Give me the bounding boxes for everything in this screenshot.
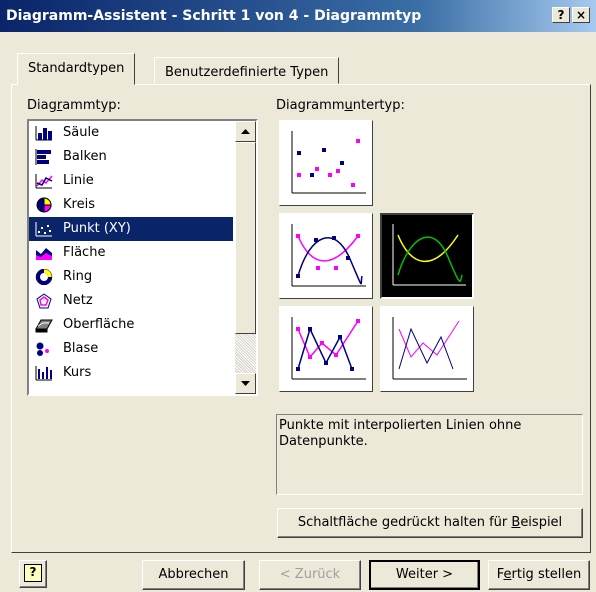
back-button[interactable]: < Zurück xyxy=(259,560,361,590)
help-button[interactable]: ? xyxy=(552,7,570,23)
smoothed-lines-thumbnail xyxy=(392,224,466,286)
list-item-label: Säule xyxy=(63,125,100,140)
list-item-punkt-xy[interactable]: Punkt (XY) xyxy=(29,217,233,241)
subtype-smoothed-lines-no-markers[interactable] xyxy=(380,213,474,299)
tab-benutzerdefinierte-typen[interactable]: Benutzerdefinierte Typen xyxy=(154,57,340,84)
preview-button-label-part: eispiel xyxy=(520,515,563,530)
list-item-linie[interactable]: Linie xyxy=(29,169,233,193)
radar-chart-icon xyxy=(36,293,52,309)
list-item-saeule[interactable]: Säule xyxy=(29,121,233,145)
column-chart-icon xyxy=(35,126,52,141)
help-icon: ? xyxy=(24,564,42,582)
close-button[interactable]: × xyxy=(572,7,590,23)
list-item-label: Ring xyxy=(63,269,93,284)
finish-button-label-part: rtig stellen xyxy=(511,567,582,582)
chart-type-label-part: ammtyp: xyxy=(62,98,121,113)
list-item-netz[interactable]: Netz xyxy=(29,289,233,313)
tab-standardtypen-label: Standardtypen xyxy=(28,61,125,76)
scroll-thumb[interactable] xyxy=(235,142,256,334)
next-button[interactable]: Weiter > xyxy=(369,560,480,590)
straight-lines-markers-thumbnail xyxy=(291,317,366,380)
subtype-straight-lines-markers[interactable] xyxy=(279,306,373,392)
list-item-kreis[interactable]: Kreis xyxy=(29,193,233,217)
subtype-label-mnemonic: u xyxy=(344,98,353,113)
smoothed-lines-markers-thumbnail xyxy=(291,224,366,287)
list-item-balken[interactable]: Balken xyxy=(29,145,233,169)
list-item-label: Oberfläche xyxy=(63,317,135,332)
list-item-ring[interactable]: Ring xyxy=(29,265,233,289)
bar-chart-icon xyxy=(35,149,51,165)
list-item-kurs[interactable]: Kurs xyxy=(29,361,233,385)
subtype-label-part: ntertyp: xyxy=(352,98,405,113)
cancel-button[interactable]: Abbrechen xyxy=(142,560,245,590)
chart-type-list[interactable]: Säule Balken Linie Kreis Punkt (XY) Fläc… xyxy=(27,119,258,396)
list-item-blase[interactable]: Blase xyxy=(29,337,233,361)
list-item-label: Balken xyxy=(63,149,107,164)
stock-chart-icon xyxy=(35,366,52,381)
preview-button-mnemonic: B xyxy=(511,515,521,530)
scroll-down-button[interactable] xyxy=(235,373,256,394)
finish-button-label-part: F xyxy=(496,567,504,582)
list-scrollbar[interactable] xyxy=(235,121,256,394)
list-item-label: Linie xyxy=(63,173,94,188)
tab-standardtypen[interactable]: Standardtypen xyxy=(17,53,136,85)
preview-button-label-part: Schaltfläche gedrückt halten für xyxy=(297,515,512,530)
list-item-label: Blase xyxy=(63,341,99,356)
subtype-label-part: Diagramm xyxy=(276,98,345,113)
list-item-label: Kreis xyxy=(63,197,95,212)
scatter-chart-icon xyxy=(35,222,52,237)
preview-sample-button[interactable]: Schaltfläche gedrückt halten für Beispie… xyxy=(277,508,583,538)
subtype-straight-lines-no-markers[interactable] xyxy=(380,306,474,392)
list-item-oberflaeche[interactable]: Oberfläche xyxy=(29,313,233,337)
subtype-scatter-points[interactable] xyxy=(279,120,373,206)
surface-chart-icon xyxy=(35,319,53,333)
list-item-label: Fläche xyxy=(63,245,106,260)
finish-button-mnemonic: e xyxy=(503,567,512,582)
area-chart-icon xyxy=(36,248,52,260)
office-assistant-button[interactable]: ? xyxy=(19,560,47,588)
line-chart-icon xyxy=(35,174,53,189)
chart-type-label: Diagrammtyp: xyxy=(27,98,121,113)
window-title: Diagramm-Assistent - Schritt 1 von 4 - D… xyxy=(6,8,422,24)
scroll-up-button[interactable] xyxy=(235,121,256,142)
finish-button[interactable]: Fertig stellen xyxy=(488,560,590,590)
list-item-label: Netz xyxy=(63,293,93,308)
scatter-points-thumbnail xyxy=(291,131,366,194)
arrow-down-icon xyxy=(241,381,250,386)
chart-type-label-part: Diag xyxy=(27,98,57,113)
subtype-label: Diagrammuntertyp: xyxy=(276,98,405,113)
arrow-up-icon xyxy=(241,129,250,134)
subtype-description: Punkte mit interpolierten Linien ohne Da… xyxy=(276,414,583,495)
title-bar: Diagramm-Assistent - Schritt 1 von 4 - D… xyxy=(0,0,596,32)
pie-chart-icon xyxy=(36,197,52,213)
list-item-label: Kurs xyxy=(63,365,92,380)
straight-lines-thumbnail xyxy=(392,317,467,380)
list-item-label: Punkt (XY) xyxy=(63,221,131,236)
bubble-chart-icon xyxy=(36,342,49,356)
doughnut-chart-icon xyxy=(35,269,53,285)
tab-benutzerdefinierte-typen-label: Benutzerdefinierte Typen xyxy=(165,65,329,80)
list-item-flaeche[interactable]: Fläche xyxy=(29,241,233,265)
subtype-smoothed-lines-markers[interactable] xyxy=(279,213,373,299)
